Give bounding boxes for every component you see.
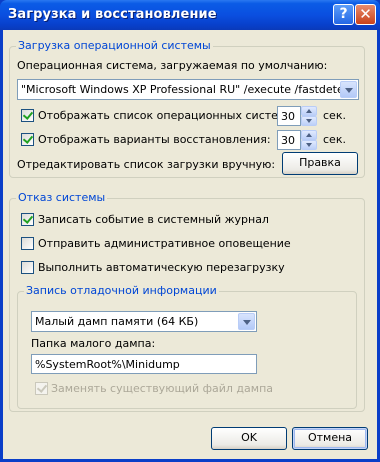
show-os-list-checkbox[interactable] [21,109,34,122]
default-os-select[interactable]: "Microsoft Windows XP Professional RU" /… [17,79,359,100]
dump-type-value: Малый дамп памяти (64 КБ) [35,315,199,328]
show-recovery-spinner[interactable] [301,130,317,150]
system-failure-legend: Отказ системы [16,191,108,204]
show-os-list-label[interactable]: Отображать список операционных систем: [38,109,290,122]
close-icon: ✕ [359,5,372,23]
window-title: Загрузка и восстановление [8,7,217,22]
dump-folder-label: Папка малого дампа: [31,337,156,350]
overwrite-dump-label: Заменять существующий файл дампа [51,382,274,395]
boot-group: Загрузка операционной системы Операционн… [9,39,365,178]
default-os-value: "Microsoft Windows XP Professional RU" /… [21,83,355,96]
auto-restart-label[interactable]: Выполнить автоматическую перезагрузку [38,261,285,274]
show-recovery-checkbox[interactable] [21,133,34,146]
show-recovery-unit: сек. [323,133,346,146]
write-event-checkbox[interactable] [21,213,34,226]
debug-info-legend: Запись отладочной информации [24,284,219,297]
show-os-list-spinner[interactable] [301,106,317,126]
spin-up-icon[interactable] [301,130,317,140]
default-os-label: Операционная система, загружаемая по умо… [17,59,328,72]
spin-down-icon[interactable] [301,140,317,150]
dialog-body: Загрузка операционной системы Операционн… [3,30,377,459]
edit-boot-list-label: Отредактировать список загрузки вручную: [17,158,276,171]
spin-down-icon[interactable] [301,116,317,126]
dialog-window: Загрузка и восстановление ? ✕ Загрузка о… [0,0,380,462]
boot-group-legend: Загрузка операционной системы [16,39,213,52]
title-bar[interactable]: Загрузка и восстановление ? ✕ [0,0,380,30]
send-alert-label[interactable]: Отправить административное оповещение [38,237,291,250]
ok-button[interactable]: OK [211,427,287,450]
cancel-button[interactable]: Отмена [292,427,368,450]
chevron-down-icon[interactable] [340,81,357,98]
show-os-list-seconds[interactable]: 30 [277,106,301,126]
debug-info-group: Запись отладочной информации Малый дамп … [17,284,357,409]
chevron-down-icon[interactable] [238,313,255,330]
auto-restart-checkbox[interactable] [21,261,34,274]
dump-folder-input[interactable]: %SystemRoot%\Minidump [31,354,257,374]
show-os-list-unit: сек. [323,109,346,122]
overwrite-dump-checkbox [35,382,48,395]
help-icon: ? [339,6,348,22]
help-button[interactable]: ? [333,4,354,25]
dump-type-select[interactable]: Малый дамп памяти (64 КБ) [31,311,257,332]
send-alert-checkbox[interactable] [21,237,34,250]
show-recovery-label[interactable]: Отображать варианты восстановления: [38,133,271,146]
edit-button[interactable]: Правка [282,152,358,175]
system-failure-group: Отказ системы Записать событие в системн… [9,191,365,412]
show-recovery-seconds[interactable]: 30 [277,130,301,150]
spin-up-icon[interactable] [301,106,317,116]
close-button[interactable]: ✕ [355,4,376,25]
write-event-label[interactable]: Записать событие в системный журнал [38,213,269,226]
